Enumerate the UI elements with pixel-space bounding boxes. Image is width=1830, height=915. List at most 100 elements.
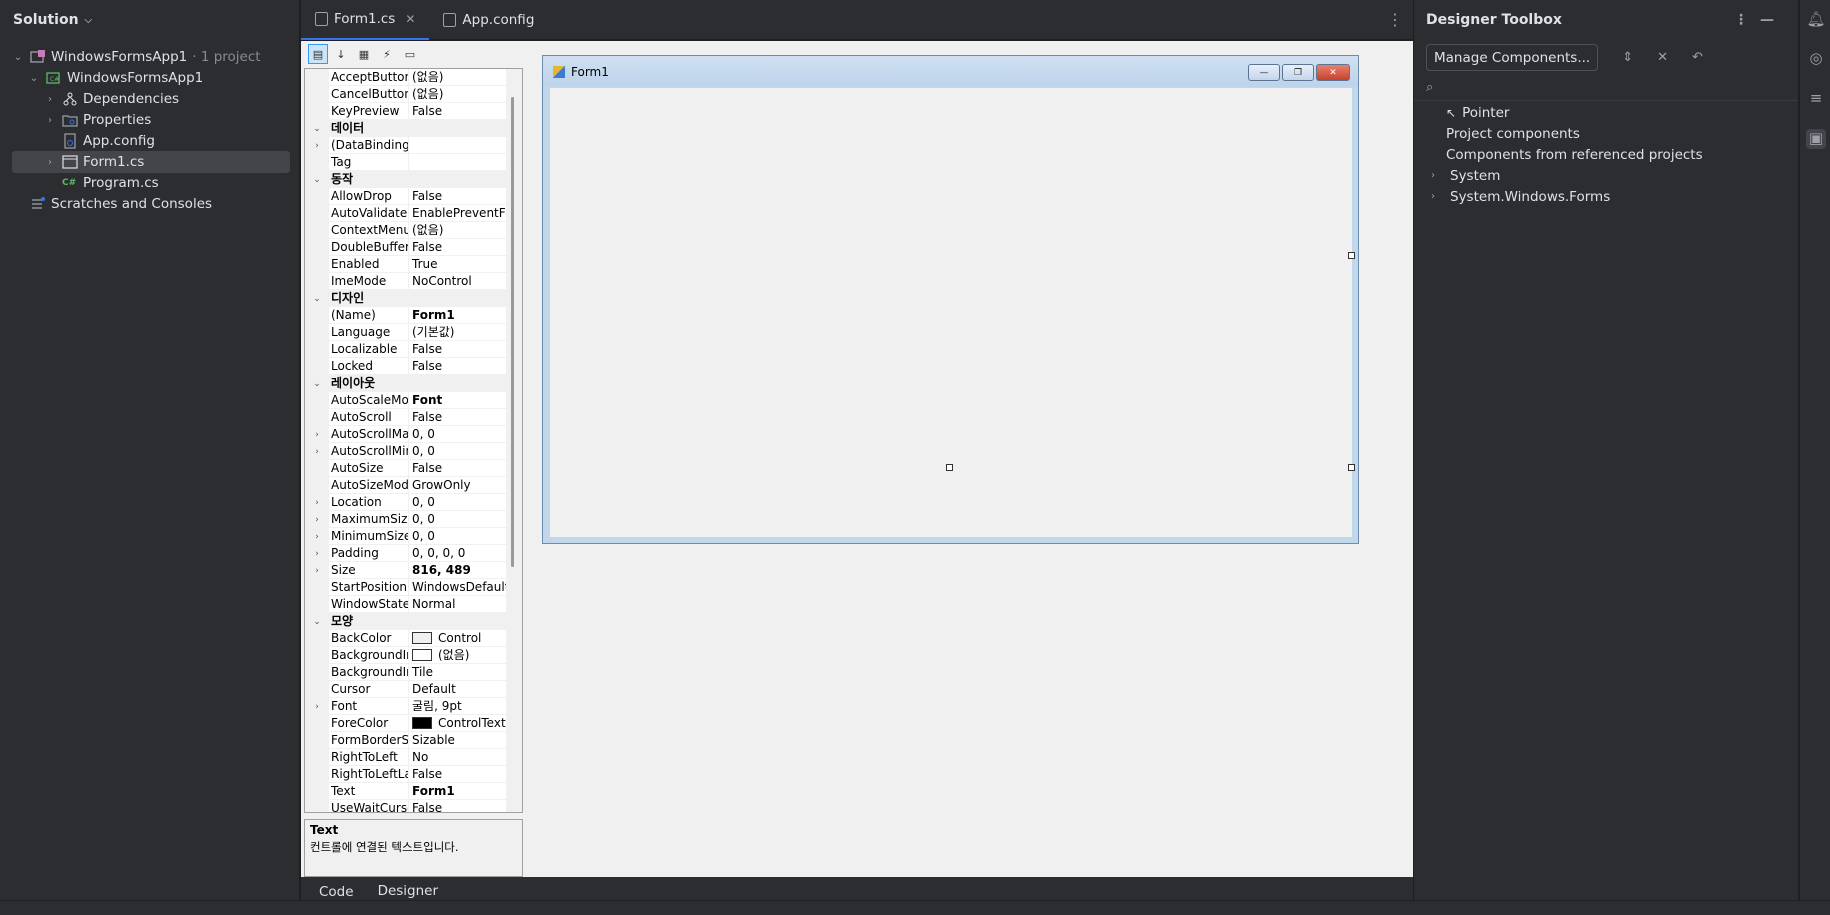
property-row[interactable]: AcceptButton (없음) bbox=[305, 69, 522, 86]
property-category[interactable]: ⌄ 동작 bbox=[305, 171, 522, 188]
property-row[interactable]: UseWaitCursorFalse bbox=[305, 800, 522, 813]
expand-icon[interactable]: › bbox=[305, 562, 329, 579]
reset-icon[interactable]: ↶ bbox=[1692, 50, 1703, 65]
expand-icon[interactable]: › bbox=[305, 443, 329, 460]
expand-icon[interactable]: › bbox=[305, 494, 329, 511]
property-row[interactable]: Locked False bbox=[305, 358, 522, 375]
property-row[interactable]: Text Form1 bbox=[305, 783, 522, 800]
toolbox-item-project-components[interactable]: Project components bbox=[1446, 123, 1580, 144]
property-row[interactable]: Localizable False bbox=[305, 341, 522, 358]
chevron-right-icon[interactable]: › bbox=[1426, 170, 1440, 181]
chevron-right-icon[interactable]: › bbox=[44, 157, 56, 168]
expand-icon[interactable]: › bbox=[305, 511, 329, 528]
toolbox-group-system[interactable]: › System bbox=[1426, 165, 1500, 186]
toolbox-icon[interactable]: ▣ bbox=[1806, 129, 1826, 149]
property-row[interactable]: (Name) Form1 bbox=[305, 307, 522, 324]
property-row[interactable]: BackgroundImageLayoutTile bbox=[305, 664, 522, 681]
events-icon[interactable]: ⚡ bbox=[377, 44, 397, 64]
property-value[interactable]: False bbox=[409, 239, 509, 256]
property-value[interactable]: Control bbox=[409, 630, 509, 647]
property-value[interactable]: Default bbox=[409, 681, 509, 698]
property-row[interactable]: ImeMode NoControl bbox=[305, 273, 522, 290]
property-list[interactable]: AcceptButton (없음) CancelButton (없음) KeyPrevi… bbox=[304, 68, 523, 813]
categorized-icon[interactable]: ▤ bbox=[308, 44, 328, 64]
property-row[interactable]: Tag bbox=[305, 154, 522, 171]
resize-handle-bottom[interactable] bbox=[946, 464, 953, 471]
property-value[interactable]: (기본값) bbox=[409, 324, 509, 341]
property-value[interactable]: GrowOnly bbox=[409, 477, 509, 494]
expand-icon[interactable]: › bbox=[305, 528, 329, 545]
property-value[interactable]: Form1 bbox=[409, 783, 509, 800]
form-title-bar[interactable]: Form1 bbox=[543, 56, 1358, 87]
property-row[interactable]: ›AutoScrollMinSize0, 0 bbox=[305, 443, 522, 460]
property-value[interactable]: 816, 489 bbox=[409, 562, 509, 579]
property-value[interactable]: WindowsDefaultLocation bbox=[409, 579, 509, 596]
property-value[interactable]: Sizable bbox=[409, 732, 509, 749]
chevron-down-icon[interactable]: ⌄ bbox=[28, 73, 40, 84]
ai-assistant-icon[interactable]: ◎ bbox=[1806, 49, 1826, 69]
tab-app-config[interactable]: App.config bbox=[429, 0, 548, 40]
property-value[interactable]: 0, 0 bbox=[409, 528, 509, 545]
property-row[interactable]: AutoValidateEnablePreventFocusChange bbox=[305, 205, 522, 222]
property-row[interactable]: FormBorderStyleSizable bbox=[305, 732, 522, 749]
property-row[interactable]: DoubleBufferedFalse bbox=[305, 239, 522, 256]
property-row[interactable]: › Padding 0, 0, 0, 0 bbox=[305, 545, 522, 562]
minimize-panel-icon[interactable]: — bbox=[1760, 12, 1786, 28]
collapse-icon[interactable]: ⌄ bbox=[305, 120, 329, 137]
property-value[interactable]: 굴림, 9pt bbox=[409, 698, 509, 715]
close-icon[interactable]: ✕ bbox=[405, 12, 415, 26]
close-icon[interactable]: ✕ bbox=[1316, 64, 1350, 81]
tree-item-form1[interactable]: › Form1.cs bbox=[12, 151, 290, 173]
chevron-right-icon[interactable]: › bbox=[1426, 191, 1440, 202]
property-category[interactable]: ⌄ 디자인 bbox=[305, 290, 522, 307]
tree-item-project[interactable]: ⌄ C# WindowsFormsApp1 bbox=[28, 67, 306, 89]
expand-icon[interactable]: › bbox=[305, 137, 329, 154]
property-row[interactable]: Language (기본값) bbox=[305, 324, 522, 341]
property-row[interactable]: KeyPreview False bbox=[305, 103, 522, 120]
property-value[interactable]: False bbox=[409, 341, 509, 358]
property-value[interactable]: 0, 0, 0, 0 bbox=[409, 545, 509, 562]
property-value[interactable]: Font bbox=[409, 392, 509, 409]
property-row[interactable]: RightToLeft No bbox=[305, 749, 522, 766]
property-value[interactable]: Tile bbox=[409, 664, 509, 681]
property-value[interactable]: False bbox=[409, 800, 509, 813]
property-value[interactable]: ControlText bbox=[409, 715, 509, 732]
tree-item-scratches[interactable]: Scratches and Consoles bbox=[30, 193, 308, 215]
properties-icon[interactable]: ▦ bbox=[354, 44, 374, 64]
property-category[interactable]: ⌄ 데이터 bbox=[305, 120, 522, 137]
property-row[interactable]: RightToLeftLayoutFalse bbox=[305, 766, 522, 783]
property-value[interactable]: False bbox=[409, 766, 509, 783]
chevron-right-icon[interactable]: › bbox=[44, 115, 56, 126]
tree-item-solution[interactable]: ⌄ WindowsFormsApp1 · 1 project bbox=[12, 46, 290, 68]
property-value[interactable]: 0, 0 bbox=[409, 426, 509, 443]
property-row[interactable]: › MaximumSize 0, 0 bbox=[305, 511, 522, 528]
property-value[interactable]: False bbox=[409, 460, 509, 477]
property-row[interactable]: WindowState Normal bbox=[305, 596, 522, 613]
property-value[interactable]: False bbox=[409, 188, 509, 205]
notifications-icon[interactable]: 🔔︎ bbox=[1806, 10, 1826, 30]
alphabetical-icon[interactable]: ↓ bbox=[331, 44, 351, 64]
collapse-icon[interactable]: ⌄ bbox=[305, 290, 329, 307]
tree-item-properties[interactable]: › Properties bbox=[44, 109, 322, 131]
solution-header[interactable]: Solution ⌵ bbox=[0, 0, 299, 40]
property-value[interactable]: False bbox=[409, 409, 509, 426]
more-vertical-icon[interactable]: ⋮ bbox=[1734, 12, 1760, 28]
property-pages-icon[interactable]: ▭ bbox=[400, 44, 420, 64]
property-value[interactable]: (없음) bbox=[409, 69, 509, 86]
property-value[interactable]: NoControl bbox=[409, 273, 509, 290]
property-value[interactable]: (없음) bbox=[409, 222, 509, 239]
property-row[interactable]: AutoSize False bbox=[305, 460, 522, 477]
property-category[interactable]: ⌄ 레이아웃 bbox=[305, 375, 522, 392]
expand-all-icon[interactable]: ⇕ bbox=[1622, 50, 1633, 65]
property-value[interactable]: False bbox=[409, 358, 509, 375]
property-row[interactable]: AutoScaleModeFont bbox=[305, 392, 522, 409]
property-value[interactable]: No bbox=[409, 749, 509, 766]
property-value[interactable]: 0, 0 bbox=[409, 511, 509, 528]
resize-handle-corner[interactable] bbox=[1348, 464, 1355, 471]
designer-surface[interactable]: ▤ ↓ ▦ ⚡ ▭ AcceptButton (없음) CancelButton (없… bbox=[301, 41, 1413, 877]
tree-item-program[interactable]: C# Program.cs bbox=[62, 172, 340, 194]
collapse-all-icon[interactable]: ✕ bbox=[1657, 50, 1668, 65]
property-value[interactable]: (없음) bbox=[409, 647, 509, 664]
property-row[interactable]: › Font 굴림, 9pt bbox=[305, 698, 522, 715]
manage-components-button[interactable]: Manage Components... bbox=[1426, 44, 1599, 71]
